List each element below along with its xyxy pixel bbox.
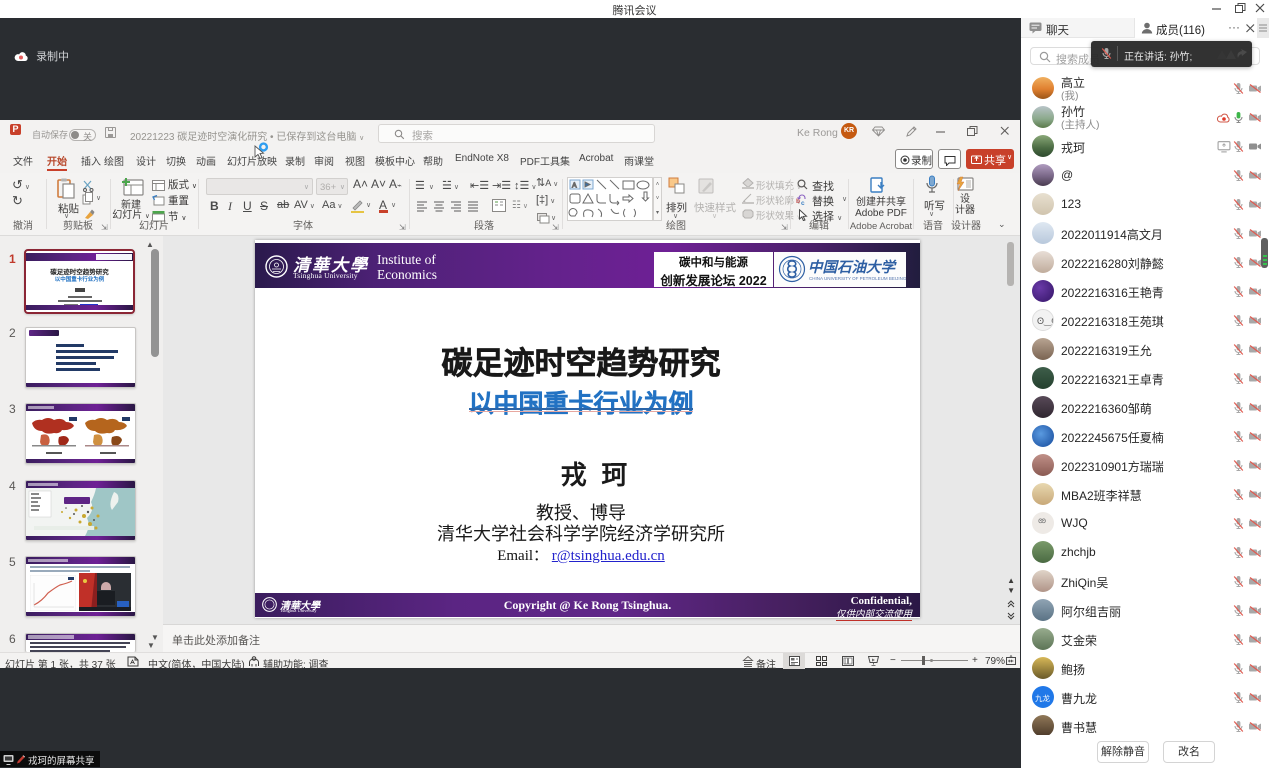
- svg-text:c: c: [801, 200, 805, 206]
- svg-text:A: A: [572, 183, 577, 190]
- svg-text:b: b: [796, 198, 800, 205]
